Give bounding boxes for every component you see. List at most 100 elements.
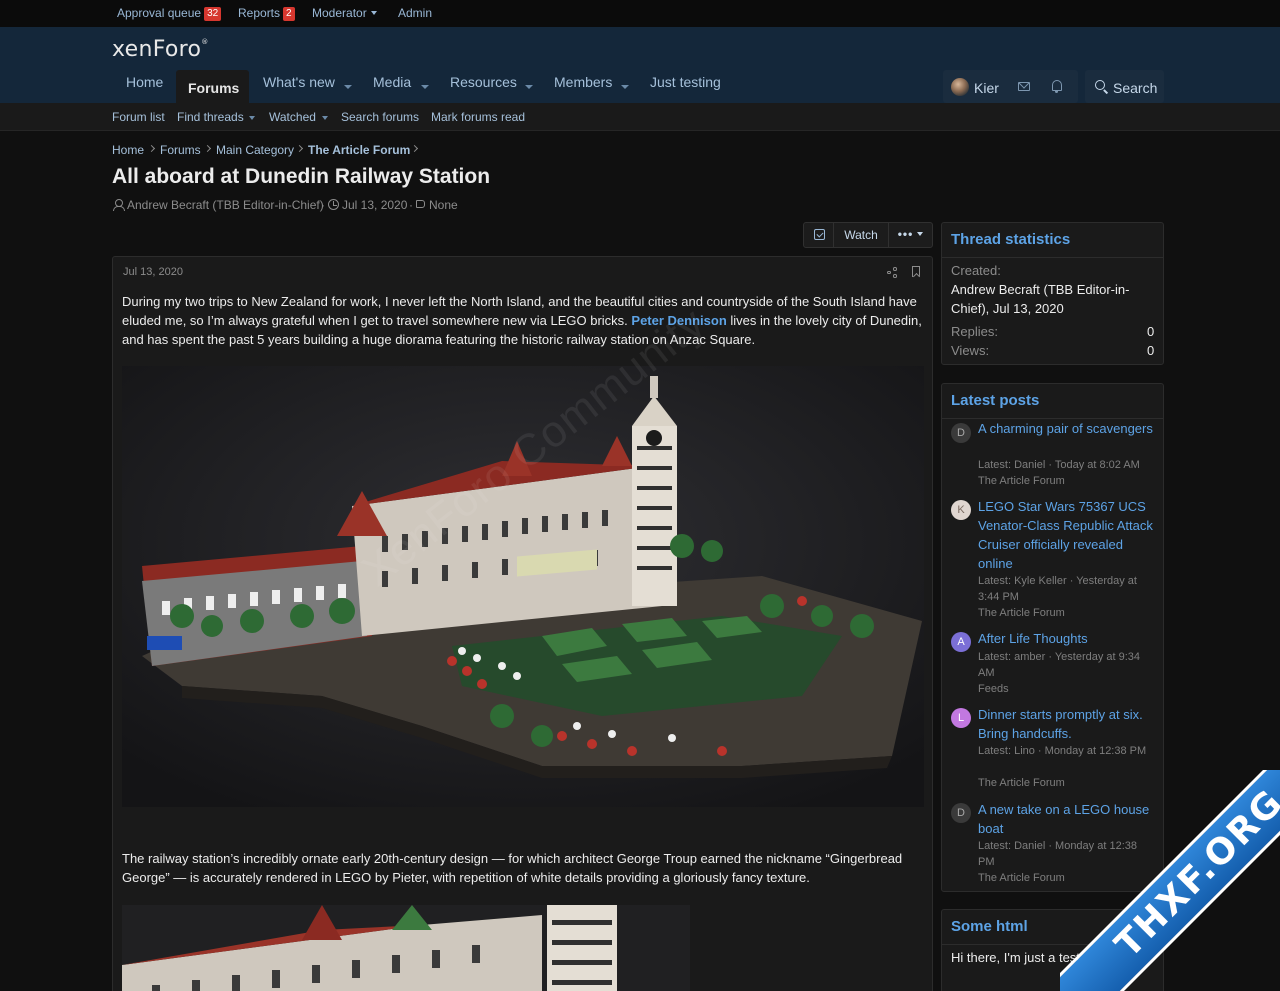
- latest-post-meta: Latest: Kyle Keller · Yesterday at 3:44 …: [978, 575, 1137, 603]
- admin-link[interactable]: Admin: [398, 6, 432, 20]
- avatar[interactable]: D: [951, 423, 971, 443]
- chevron-down-icon[interactable]: [249, 116, 255, 120]
- avatar[interactable]: D: [951, 803, 971, 823]
- chevron-down-icon[interactable]: [421, 85, 429, 89]
- account-username[interactable]: Kier: [974, 80, 999, 96]
- thread-actions: Watch •••: [803, 222, 933, 248]
- chevron-down-icon[interactable]: [525, 85, 533, 89]
- chevron-down-icon: [917, 232, 924, 236]
- avatar[interactable]: A: [951, 632, 971, 652]
- breadcrumb-home[interactable]: Home: [112, 143, 144, 157]
- select-checkbox-button[interactable]: [804, 223, 834, 247]
- latest-posts-title: Latest posts: [951, 392, 1040, 409]
- some-html-title: Some html: [951, 918, 1028, 935]
- approval-queue-label: Approval queue: [117, 6, 202, 20]
- latest-post-title[interactable]: LEGO Star Wars 75367 UCS Venator-Class R…: [978, 497, 1160, 573]
- chevron-right-icon: [295, 144, 304, 153]
- site-header: xenForo® Home Forums What's new Media Re…: [0, 27, 1280, 103]
- nav-just-testing[interactable]: Just testing: [650, 74, 721, 90]
- moderator-menu[interactable]: Moderator: [312, 6, 377, 20]
- avatar[interactable]: K: [951, 500, 971, 520]
- page-title: All aboard at Dunedin Railway Station: [112, 165, 491, 188]
- account-bar: Kier: [943, 70, 1078, 103]
- nav-forums-label: Forums: [188, 80, 240, 96]
- staff-bar: Approval queue 32 Reports 2 Moderator Admi…: [0, 0, 1280, 27]
- site-logo[interactable]: xenForo®: [112, 37, 209, 62]
- chevron-down-icon: [370, 11, 377, 15]
- subnav-find-threads[interactable]: Find threads: [177, 110, 244, 124]
- latest-post-forum[interactable]: Feeds: [978, 681, 1156, 697]
- thread-tags: None: [429, 198, 458, 212]
- user-icon: [113, 199, 125, 211]
- meta-separator: ·: [409, 198, 413, 212]
- avatar[interactable]: L: [951, 708, 971, 728]
- watch-button[interactable]: Watch: [834, 223, 889, 247]
- thread-date[interactable]: Jul 13, 2020: [342, 198, 407, 212]
- envelope-icon[interactable]: [1018, 82, 1030, 91]
- logo-text: xenForo: [112, 37, 202, 62]
- subnav-watched[interactable]: Watched: [269, 110, 316, 124]
- checkbox-icon: [814, 229, 825, 240]
- stat-replies-value: 0: [1147, 324, 1155, 339]
- approval-queue-link[interactable]: Approval queue 32: [117, 6, 222, 21]
- nav-resources[interactable]: Resources: [450, 74, 517, 90]
- tag-icon: [416, 200, 425, 208]
- stat-views-value: 0: [1147, 343, 1155, 358]
- bell-icon[interactable]: [1052, 80, 1062, 93]
- post-date[interactable]: Jul 13, 2020: [123, 266, 183, 278]
- stat-created-value: Andrew Becraft (TBB Editor-in-Chief), Ju…: [951, 282, 1130, 316]
- latest-post-meta: Latest: Lino · Monday at 12:38 PM: [978, 745, 1147, 757]
- thread-statistics-block: Thread statistics Created: Andrew Becraf…: [941, 222, 1164, 365]
- stat-created-label: Created:: [951, 263, 1001, 278]
- subnav-mark-read[interactable]: Mark forums read: [431, 110, 525, 124]
- chevron-down-icon[interactable]: [322, 116, 328, 120]
- divider: [942, 257, 1163, 258]
- nav-whats-new[interactable]: What's new: [263, 74, 335, 90]
- thread-author[interactable]: Andrew Becraft (TBB Editor-in-Chief): [127, 198, 324, 212]
- reports-link[interactable]: Reports 2: [238, 6, 295, 21]
- latest-post-title[interactable]: Dinner starts promptly at six. Bring han…: [978, 705, 1160, 743]
- breadcrumb-main-category[interactable]: Main Category: [216, 143, 294, 157]
- latest-post-meta: Latest: Daniel · Today at 8:02 AM: [978, 459, 1140, 471]
- corner-ribbon: THXF.ORG: [1060, 770, 1280, 991]
- latest-post-meta: Latest: amber · Yesterday at 9:34 AM: [978, 651, 1141, 679]
- subnav-search-forums[interactable]: Search forums: [341, 110, 419, 124]
- search-icon: [1095, 80, 1105, 90]
- clock-icon: [328, 199, 339, 210]
- avatar[interactable]: [951, 78, 969, 96]
- reports-label: Reports: [238, 6, 281, 20]
- nav-forums[interactable]: Forums: [176, 70, 249, 103]
- station-detail-image: [122, 905, 690, 991]
- chevron-down-icon[interactable]: [621, 85, 629, 89]
- approval-queue-badge: 32: [204, 7, 222, 21]
- nav-home[interactable]: Home: [126, 74, 163, 90]
- subnav-forum-list[interactable]: Forum list: [112, 110, 165, 124]
- stat-replies-label: Replies:: [951, 324, 998, 339]
- breadcrumb-article-forum[interactable]: The Article Forum: [308, 143, 410, 157]
- article-post: Jul 13, 2020 During my two trips to New …: [112, 256, 933, 991]
- nav-members[interactable]: Members: [554, 74, 612, 90]
- latest-post-forum[interactable]: The Article Forum: [978, 473, 1156, 489]
- reports-badge: 2: [283, 7, 295, 21]
- breadcrumb-forums[interactable]: Forums: [160, 143, 201, 157]
- meta-separator: ·: [321, 198, 325, 212]
- more-options-button[interactable]: •••: [889, 223, 932, 247]
- search-button[interactable]: Search: [1085, 70, 1164, 103]
- stat-views-label: Views:: [951, 343, 990, 358]
- latest-post-title[interactable]: A charming pair of scavengers: [978, 419, 1160, 438]
- post-paragraph: The railway station’s incredibly ornate …: [122, 851, 903, 885]
- latest-post-title[interactable]: After Life Thoughts: [978, 629, 1160, 648]
- more-dots-icon: •••: [897, 227, 914, 241]
- chevron-right-icon: [203, 144, 212, 153]
- chevron-down-icon[interactable]: [344, 85, 352, 89]
- sub-navigation: Forum list Find threads Watched Search f…: [0, 103, 1280, 131]
- ribbon-text: THXF.ORG: [1107, 781, 1280, 966]
- bookmark-icon[interactable]: [912, 266, 920, 277]
- nav-media[interactable]: Media: [373, 74, 411, 90]
- latest-post-forum[interactable]: The Article Forum: [978, 605, 1156, 621]
- search-label: Search: [1113, 80, 1158, 96]
- chevron-right-icon: [410, 144, 419, 153]
- moderator-label: Moderator: [312, 6, 367, 20]
- share-icon[interactable]: [887, 267, 897, 278]
- thread-statistics-title: Thread statistics: [951, 231, 1071, 248]
